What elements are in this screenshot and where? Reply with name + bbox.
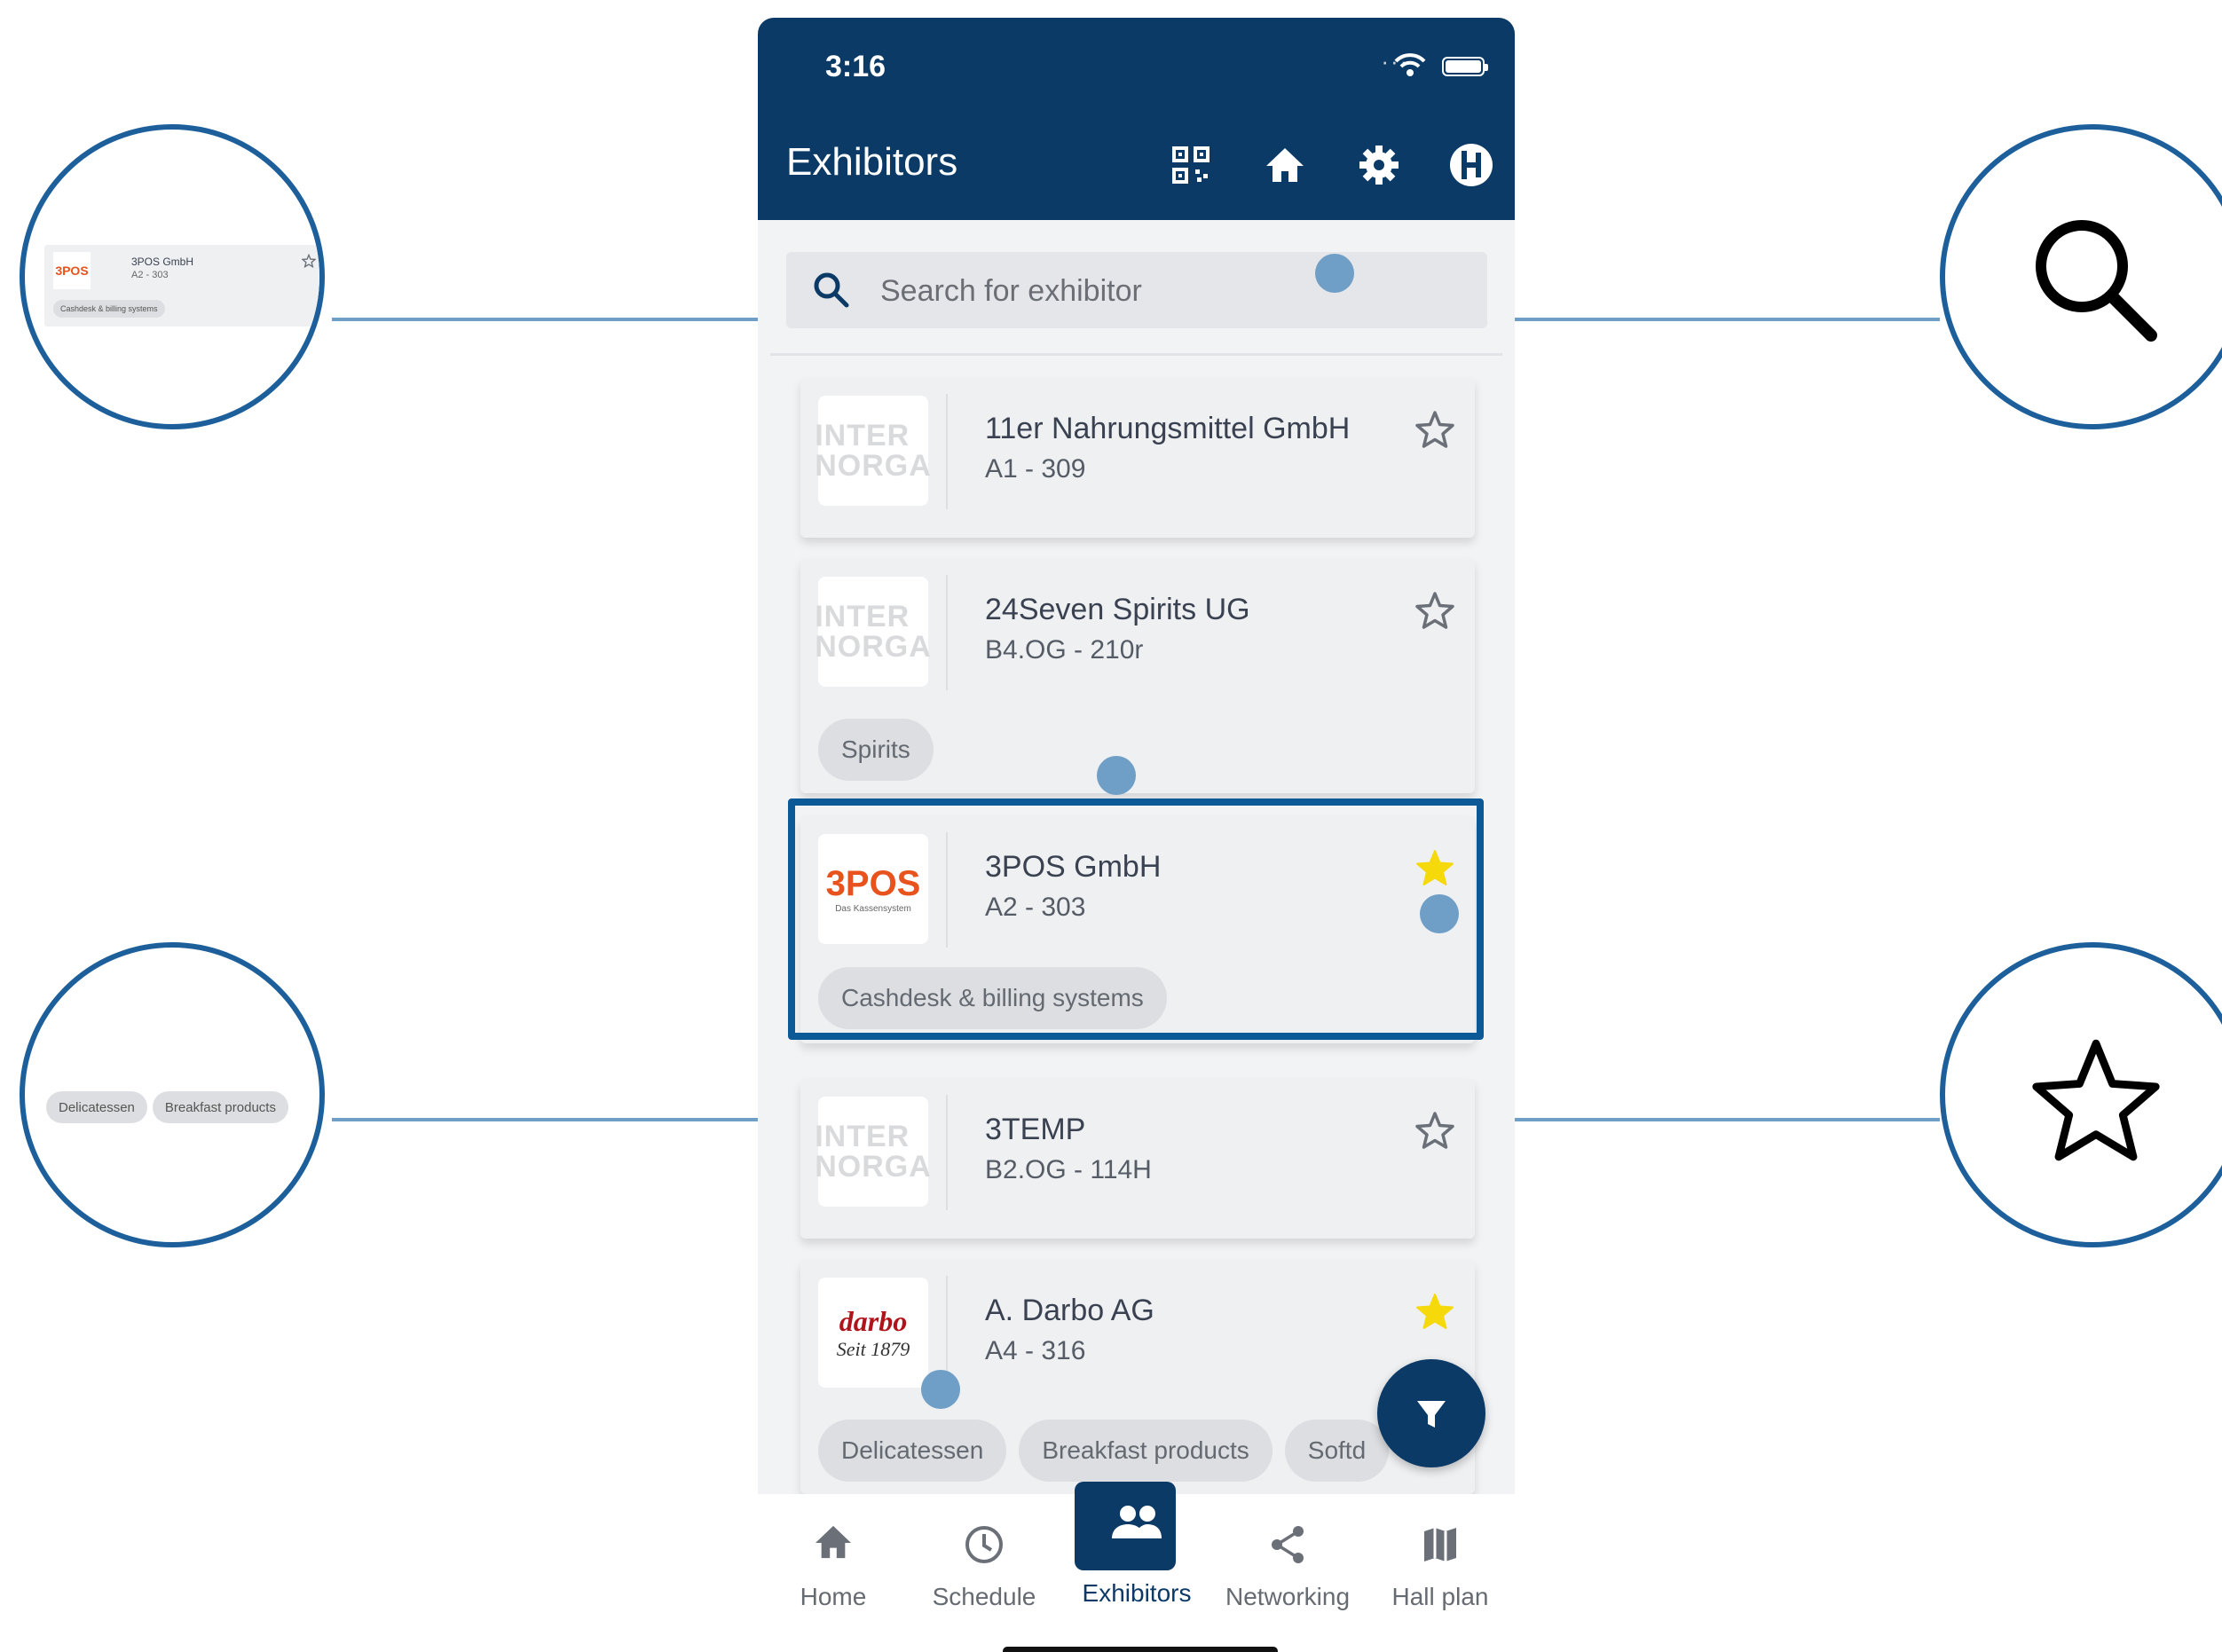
mini-name: 3POS GmbH bbox=[131, 256, 194, 268]
star-outline-icon bbox=[2032, 1039, 2160, 1161]
mini-star-icon bbox=[302, 254, 316, 268]
search-icon bbox=[2036, 220, 2157, 342]
mini-logo: 3POS bbox=[53, 252, 91, 289]
mini-exhibitor-card: 3POS 3POS GmbH A2 - 303 Cashdesk & billi… bbox=[44, 245, 319, 326]
callout-card-zoom: 3POS 3POS GmbH A2 - 303 Cashdesk & billi… bbox=[20, 124, 325, 429]
mini-tag-chip: Breakfast products bbox=[152, 1091, 288, 1123]
mini-tag-list: Delicatessen Breakfast products bbox=[46, 1091, 288, 1123]
callout-tags-zoom: Delicatessen Breakfast products bbox=[20, 942, 325, 1247]
connector-dots bbox=[921, 254, 1459, 1409]
mini-booth: A2 - 303 bbox=[131, 270, 169, 280]
mini-tag-chip: Cashdesk & billing systems bbox=[53, 300, 165, 318]
mini-tag-chip: Delicatessen bbox=[46, 1091, 147, 1123]
